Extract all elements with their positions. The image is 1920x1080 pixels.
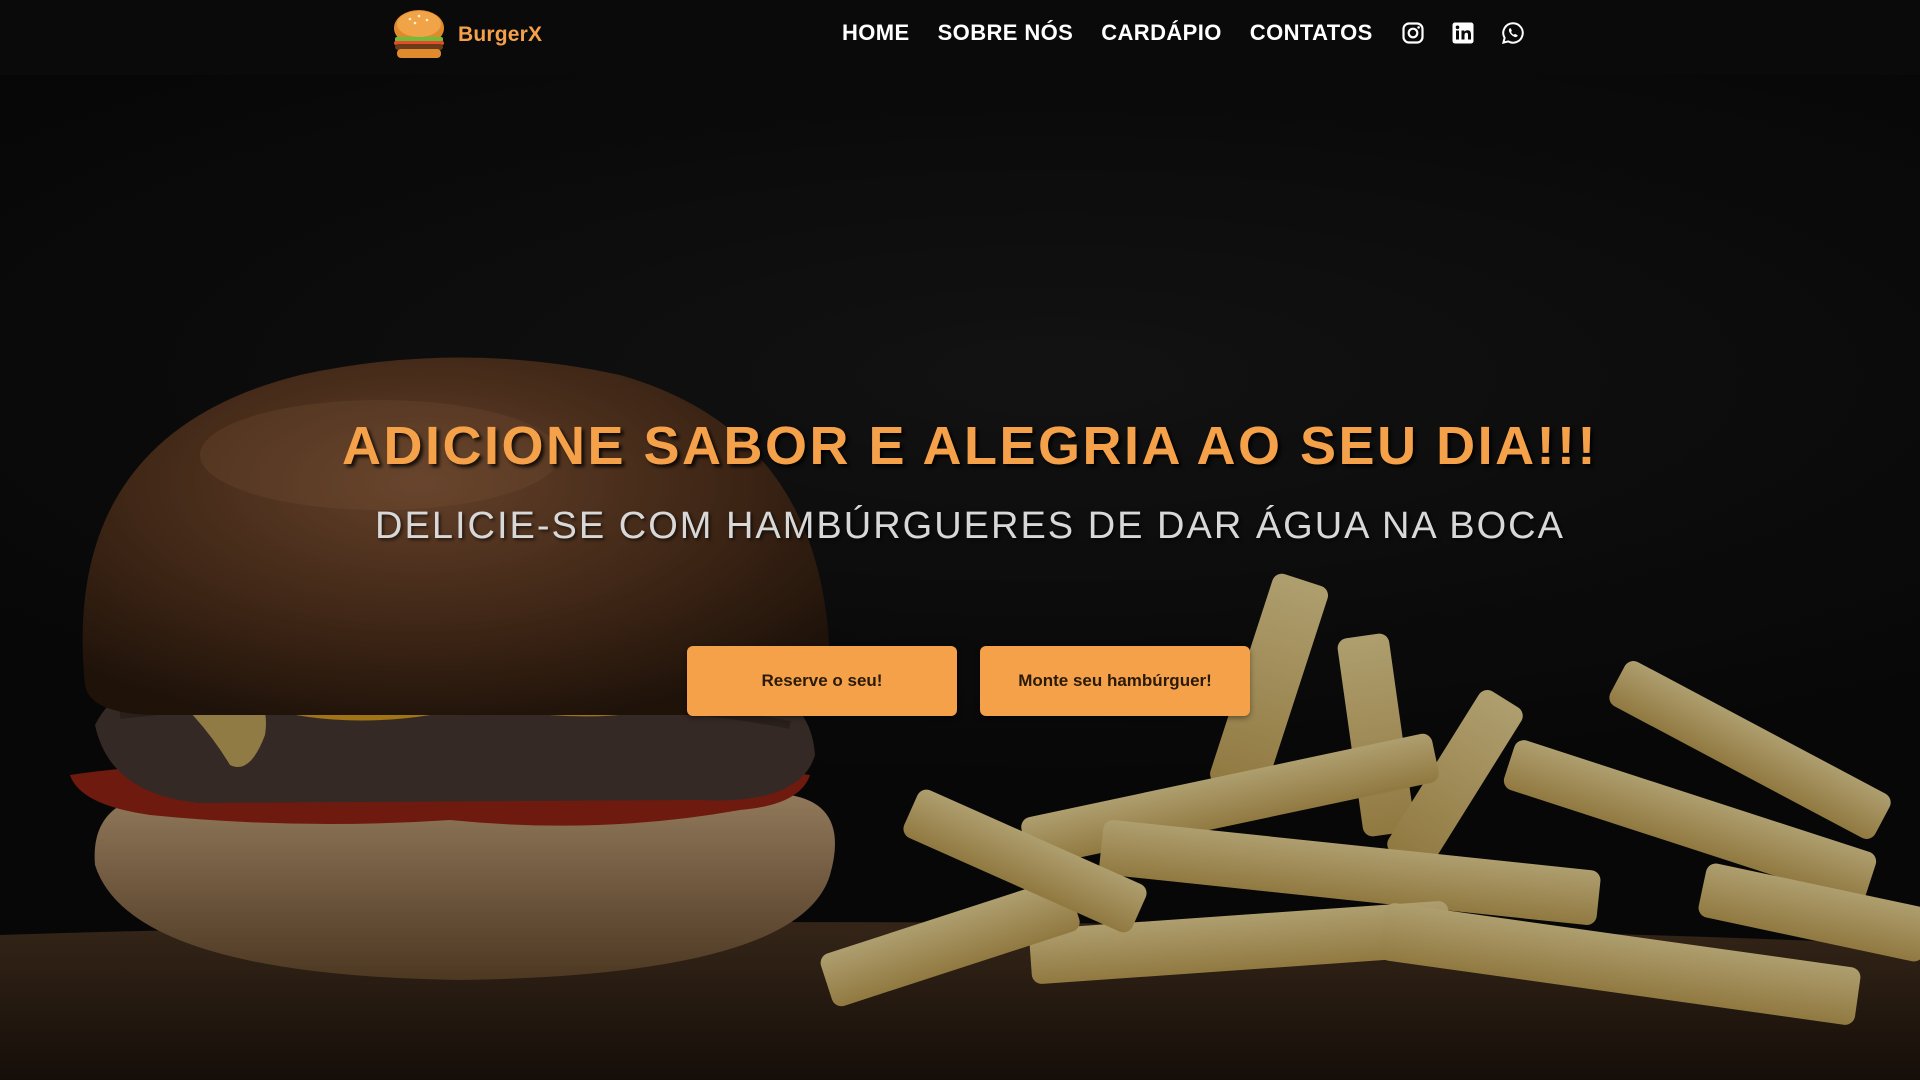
whatsapp-icon[interactable]	[1501, 21, 1525, 45]
social-links	[1401, 21, 1525, 45]
hero-content: ADICIONE SABOR E ALEGRIA AO SEU DIA!!! D…	[0, 75, 1920, 1080]
hero-section: ADICIONE SABOR E ALEGRIA AO SEU DIA!!! D…	[0, 75, 1920, 1080]
nav-cardapio[interactable]: CARDÁPIO	[1101, 20, 1222, 46]
brand-name: BurgerX	[458, 23, 543, 46]
burger-logo-icon	[394, 10, 444, 58]
linkedin-icon[interactable]	[1451, 21, 1475, 45]
site-header: BurgerX HOME SOBRE NÓS CARDÁPIO CONTATOS	[0, 0, 1920, 75]
hero-subtitle: DELICIE-SE COM HAMBÚRGUERES DE DAR ÁGUA …	[375, 505, 1565, 547]
nav-contatos[interactable]: CONTATOS	[1250, 20, 1373, 46]
brand-logo-link[interactable]: BurgerX	[390, 6, 542, 64]
nav-sobre-nos[interactable]: SOBRE NÓS	[938, 20, 1074, 46]
main-nav: HOME SOBRE NÓS CARDÁPIO CONTATOS	[842, 0, 1525, 66]
build-burger-button[interactable]: Monte seu hambúrguer!	[980, 646, 1250, 716]
reserve-button[interactable]: Reserve o seu!	[687, 646, 957, 716]
hero-title: ADICIONE SABOR E ALEGRIA AO SEU DIA!!!	[341, 416, 1599, 476]
instagram-icon[interactable]	[1401, 21, 1425, 45]
nav-home[interactable]: HOME	[842, 20, 910, 46]
